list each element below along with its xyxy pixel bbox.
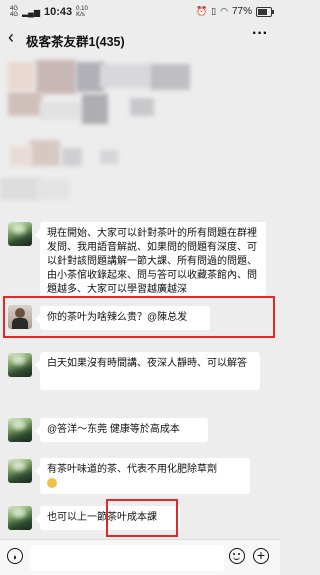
- network-speed: 0.10 K/s: [76, 6, 88, 18]
- vibrate-icon: ▯: [211, 6, 217, 16]
- message-bubble[interactable]: 有茶叶味道的茶、代表不用化肥除草劑: [35, 458, 250, 494]
- blurred-block: [30, 140, 60, 166]
- battery-percent: 77%: [231, 6, 252, 17]
- blurred-block: [100, 150, 118, 164]
- avatar-body: [12, 318, 28, 329]
- avatar-head: [15, 308, 25, 318]
- status-bar: 4G 4G ▂▄▆ 10:43 0.10 K/s ⏰ ▯ ◠ 77%: [0, 0, 280, 24]
- more-dots-icon[interactable]: ···: [252, 25, 268, 43]
- blurred-block: [130, 98, 154, 116]
- blurred-avatar: [8, 62, 34, 90]
- blurred-block: [62, 148, 82, 166]
- speed-unit: K/s: [76, 12, 85, 18]
- highlight-box: [106, 499, 178, 537]
- signal-icon: ▂▄▆: [22, 7, 40, 17]
- blurred-block: [10, 146, 32, 166]
- avatar[interactable]: [8, 222, 32, 246]
- wifi-icon: ◠: [220, 6, 228, 16]
- blurred-block: [36, 60, 76, 94]
- message-input[interactable]: [30, 545, 224, 571]
- message-text: 現在開始、大家可以針對茶叶的所有問題在群裡发問、我用語音解説、如果問的問題有深度…: [47, 228, 257, 295]
- avatar[interactable]: [8, 418, 32, 442]
- message-text: 你的茶叶为啥辣么贵？@陳总发: [47, 312, 188, 323]
- blurred-block: [40, 102, 84, 120]
- battery-fill: [258, 8, 268, 15]
- avatar[interactable]: [8, 305, 32, 329]
- alarm-icon: ⏰: [195, 6, 208, 16]
- message-bubble[interactable]: 你的茶叶为啥辣么贵？@陳总发: [35, 306, 210, 330]
- plus-icon[interactable]: +: [253, 548, 269, 564]
- message-bubble[interactable]: @答洋～东莞 健康等於高成本: [35, 418, 208, 442]
- status-right: ⏰ ▯ ◠ 77%: [195, 6, 274, 17]
- chat-title: 极客茶友群1(435): [26, 35, 125, 49]
- input-bar: ◗ +: [0, 539, 280, 575]
- battery-icon: [256, 6, 274, 17]
- network-label-2: 4G: [10, 12, 19, 18]
- emoji-icon[interactable]: [229, 548, 245, 564]
- status-left: 4G 4G ▂▄▆ 10:43 0.10 K/s: [10, 6, 88, 18]
- blurred-block: [36, 180, 70, 200]
- blurred-block: [8, 92, 42, 116]
- message-bubble[interactable]: 現在開始、大家可以針對茶叶的所有問題在群裡发問、我用語音解説、如果問的問題有深度…: [35, 222, 266, 298]
- blurred-block: [0, 178, 40, 200]
- avatar[interactable]: [8, 459, 32, 483]
- chat-header: ‹ 极客茶友群1(435) ···: [0, 24, 280, 52]
- smile-emoji-icon: [47, 478, 57, 489]
- status-time: 10:43: [44, 6, 73, 18]
- message-bubble[interactable]: 白天如果沒有時間講、夜深人靜時、可以解答: [35, 352, 260, 390]
- message-text: 有茶叶味道的茶、代表不用化肥除草劑: [47, 464, 217, 475]
- message-text: @答洋～东莞 健康等於高成本: [47, 424, 180, 435]
- voice-icon[interactable]: ◗: [7, 548, 23, 564]
- chevron-left-icon[interactable]: ‹: [8, 28, 14, 46]
- avatar[interactable]: [8, 353, 32, 377]
- blurred-block: [100, 64, 150, 88]
- avatar[interactable]: [8, 506, 32, 530]
- message-text: 白天如果沒有時間講、夜深人靜時、可以解答: [47, 358, 247, 369]
- blurred-block: [82, 94, 108, 124]
- blurred-block: [150, 64, 190, 90]
- network-indicator: 4G 4G: [10, 6, 18, 18]
